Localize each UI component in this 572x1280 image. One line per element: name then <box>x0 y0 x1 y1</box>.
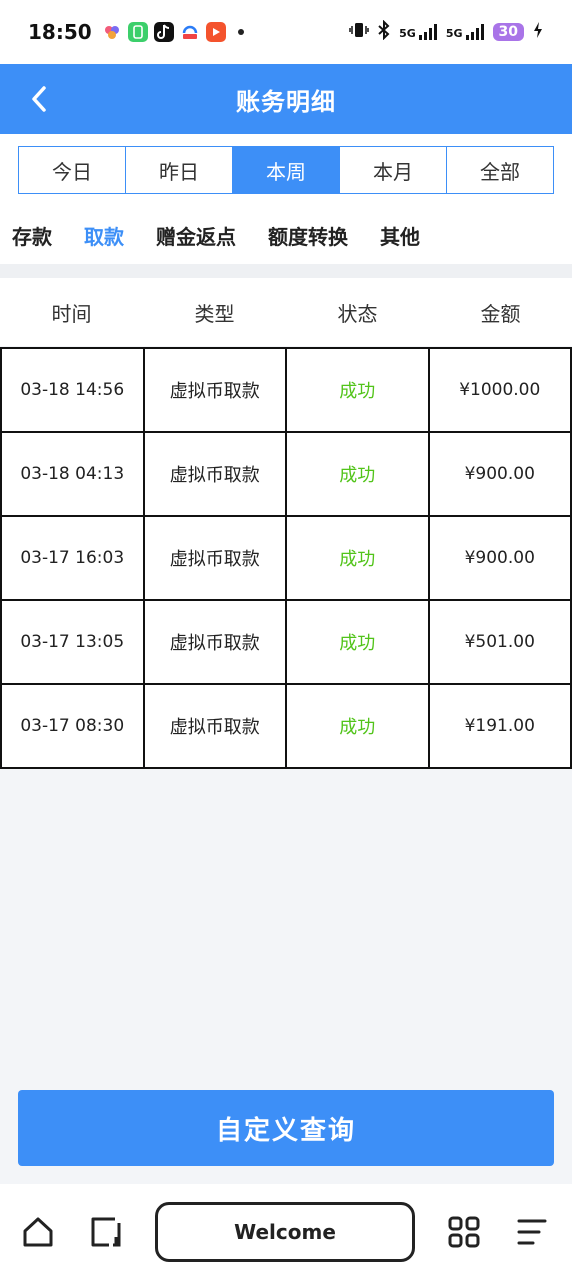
cell-status: 成功 <box>287 349 430 433</box>
cell-amount: ¥1000.00 <box>429 349 572 433</box>
tab-this-month[interactable]: 本月 <box>340 147 447 193</box>
bottom-nav: Welcome <box>0 1184 572 1280</box>
apps-grid-icon[interactable] <box>444 1212 484 1252</box>
tab-bonus-rebate[interactable]: 赠金返点 <box>156 221 236 250</box>
bluetooth-icon <box>377 19 391 44</box>
home-icon[interactable] <box>18 1212 58 1252</box>
cell-amount: ¥900.00 <box>429 433 572 517</box>
welcome-button[interactable]: Welcome <box>155 1202 415 1262</box>
page-title: 账务明细 <box>236 87 336 116</box>
tiktok-app-icon <box>154 22 174 42</box>
cell-status: 成功 <box>287 517 430 601</box>
tab-deposit[interactable]: 存款 <box>12 221 52 250</box>
column-header-type: 类型 <box>194 301 235 326</box>
status-bar: 18:50 5G 5G 30 <box>0 0 572 64</box>
category-tabs: 存款 取款 赠金返点 额度转换 其他 <box>0 206 572 264</box>
tab-other[interactable]: 其他 <box>380 221 420 250</box>
status-time: 18:50 <box>28 20 92 44</box>
cell-type: 虚拟币取款 <box>144 601 287 685</box>
cell-type: 虚拟币取款 <box>144 517 287 601</box>
cell-amount: ¥191.00 <box>429 685 572 769</box>
column-header-status: 状态 <box>337 301 378 326</box>
cell-time: 03-18 14:56 <box>2 349 145 433</box>
tab-yesterday[interactable]: 昨日 <box>126 147 233 193</box>
more-notifications-dot <box>238 29 244 35</box>
date-range-tabs: 今日 昨日 本周 本月 全部 <box>18 146 554 194</box>
tab-all[interactable]: 全部 <box>447 147 553 193</box>
table-row: 03-17 08:30 虚拟币取款 成功 ¥191.00 <box>2 685 572 769</box>
cell-type: 虚拟币取款 <box>144 433 287 517</box>
notification-icons <box>102 22 244 42</box>
flower-app-icon <box>102 22 122 42</box>
cell-amount: ¥900.00 <box>429 517 572 601</box>
system-icons: 5G 5G 30 <box>349 19 544 44</box>
table-row: 03-17 13:05 虚拟币取款 成功 ¥501.00 <box>2 601 572 685</box>
tab-today[interactable]: 今日 <box>19 147 126 193</box>
custom-query-button[interactable]: 自定义查询 <box>18 1090 554 1166</box>
cell-status: 成功 <box>287 685 430 769</box>
table-header: 时间 类型 状态 金额 <box>0 278 572 346</box>
cell-time: 03-17 16:03 <box>2 517 145 601</box>
cloud-app-icon <box>180 22 200 42</box>
column-header-time: 时间 <box>51 301 92 326</box>
date-range-bar: 今日 昨日 本周 本月 全部 <box>0 134 572 206</box>
section-divider <box>0 264 572 278</box>
video-app-icon <box>206 22 226 42</box>
menu-icon[interactable] <box>512 1212 552 1252</box>
table-row: 03-18 14:56 虚拟币取款 成功 ¥1000.00 <box>2 349 572 433</box>
signal-icon-1: 5G <box>399 24 438 40</box>
page-header: 账务明细 <box>0 64 572 134</box>
table-row: 03-17 16:03 虚拟币取款 成功 ¥900.00 <box>2 517 572 601</box>
battery-indicator: 30 <box>492 23 524 41</box>
cell-type: 虚拟币取款 <box>144 349 287 433</box>
cell-amount: ¥501.00 <box>429 601 572 685</box>
table-row: 03-18 04:13 虚拟币取款 成功 ¥900.00 <box>2 433 572 517</box>
back-button[interactable] <box>22 82 56 116</box>
tabs-icon[interactable] <box>86 1212 126 1252</box>
cell-time: 03-17 13:05 <box>2 601 145 685</box>
cell-time: 03-18 04:13 <box>2 433 145 517</box>
cell-time: 03-17 08:30 <box>2 685 145 769</box>
tab-withdrawal[interactable]: 取款 <box>84 221 124 250</box>
tab-this-week[interactable]: 本周 <box>233 147 340 193</box>
cell-status: 成功 <box>287 433 430 517</box>
column-header-amount: 金额 <box>480 301 521 326</box>
tab-credit-transfer[interactable]: 额度转换 <box>268 221 348 250</box>
charging-icon <box>532 21 544 43</box>
chevron-left-icon <box>32 86 46 112</box>
transaction-table: 03-18 14:56 虚拟币取款 成功 ¥1000.00 03-18 04:1… <box>0 347 572 769</box>
cell-type: 虚拟币取款 <box>144 685 287 769</box>
vibrate-icon <box>349 21 369 43</box>
cell-status: 成功 <box>287 601 430 685</box>
signal-icon-2: 5G <box>446 24 485 40</box>
battery-app-icon <box>128 22 148 42</box>
